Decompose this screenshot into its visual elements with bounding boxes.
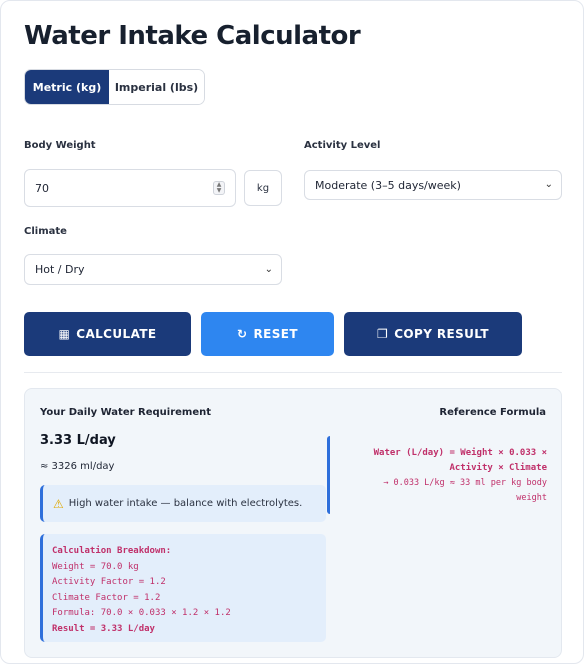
- chevron-down-icon: ⌄: [264, 263, 273, 275]
- metric-toggle-button[interactable]: Metric (kg): [25, 70, 109, 104]
- weight-label: Body Weight: [24, 140, 96, 151]
- result-ml: ≈ 3326 ml/day: [40, 461, 115, 472]
- breakdown-formula: Formula: 70.0 × 0.033 × 1.2 × 1.2: [52, 608, 231, 618]
- copy-icon: ❐: [377, 327, 389, 341]
- formula-line-3: → 0.033 L/kg ≈ 33 ml per kg body: [383, 478, 547, 488]
- activity-value: Moderate (3–5 days/week): [315, 178, 461, 192]
- breakdown-activity: Activity Factor = 1.2: [52, 577, 166, 587]
- alert-text: High water intake — balance with electro…: [68, 498, 303, 509]
- warning-icon: ⚠: [53, 496, 64, 511]
- activity-label: Activity Level: [304, 140, 381, 151]
- divider: [24, 372, 562, 373]
- calculation-breakdown: Calculation Breakdown: Weight = 70.0 kg …: [40, 534, 326, 642]
- breakdown-climate: Climate Factor = 1.2: [52, 592, 161, 603]
- weight-unit-badge: kg: [244, 170, 282, 206]
- calculate-label: CALCULATE: [76, 327, 157, 341]
- page-title: Water Intake Calculator: [24, 21, 361, 51]
- unit-toggle: Metric (kg) Imperial (lbs): [24, 69, 205, 105]
- electrolyte-alert: ⚠ High water intake — balance with elect…: [40, 485, 326, 522]
- result-panel: Your Daily Water Requirement 3.33 L/day …: [24, 388, 562, 658]
- reference-heading: Reference Formula: [439, 407, 546, 418]
- calculator-icon: ▦: [58, 327, 71, 341]
- formula-line-4: weight: [516, 493, 547, 503]
- activity-select[interactable]: Moderate (3–5 days/week) ⌄: [304, 170, 562, 200]
- breakdown-title: Calculation Breakdown:: [52, 546, 172, 556]
- reset-button[interactable]: ↻ RESET: [201, 312, 334, 356]
- formula-line-1: Water (L/day) = Weight × 0.033 ×: [373, 448, 547, 458]
- result-heading: Your Daily Water Requirement: [40, 407, 212, 418]
- reference-formula: Water (L/day) = Weight × 0.033 × Activit…: [327, 436, 547, 514]
- copy-result-button[interactable]: ❐ COPY RESULT: [344, 312, 522, 356]
- chevron-down-icon: ⌄: [544, 178, 553, 190]
- result-liters: 3.33 L/day: [40, 433, 116, 448]
- weight-value: 70: [35, 181, 49, 195]
- weight-input[interactable]: 70 ▲ ▼: [24, 169, 236, 207]
- formula-line-2: Activity × Climate: [449, 463, 547, 473]
- calculator-card: Water Intake Calculator Metric (kg) Impe…: [0, 0, 584, 664]
- imperial-toggle-button[interactable]: Imperial (lbs): [109, 70, 204, 104]
- calculate-button[interactable]: ▦ CALCULATE: [24, 312, 191, 356]
- climate-select[interactable]: Hot / Dry ⌄: [24, 254, 282, 285]
- breakdown-weight: Weight = 70.0 kg: [52, 561, 139, 572]
- breakdown-result: Result = 3.33 L/day: [52, 623, 155, 634]
- refresh-icon: ↻: [237, 327, 248, 341]
- reset-label: RESET: [253, 327, 298, 341]
- number-spinner-icon[interactable]: ▲ ▼: [213, 181, 225, 195]
- copy-label: COPY RESULT: [394, 327, 489, 341]
- climate-label: Climate: [24, 226, 67, 237]
- climate-value: Hot / Dry: [35, 263, 85, 276]
